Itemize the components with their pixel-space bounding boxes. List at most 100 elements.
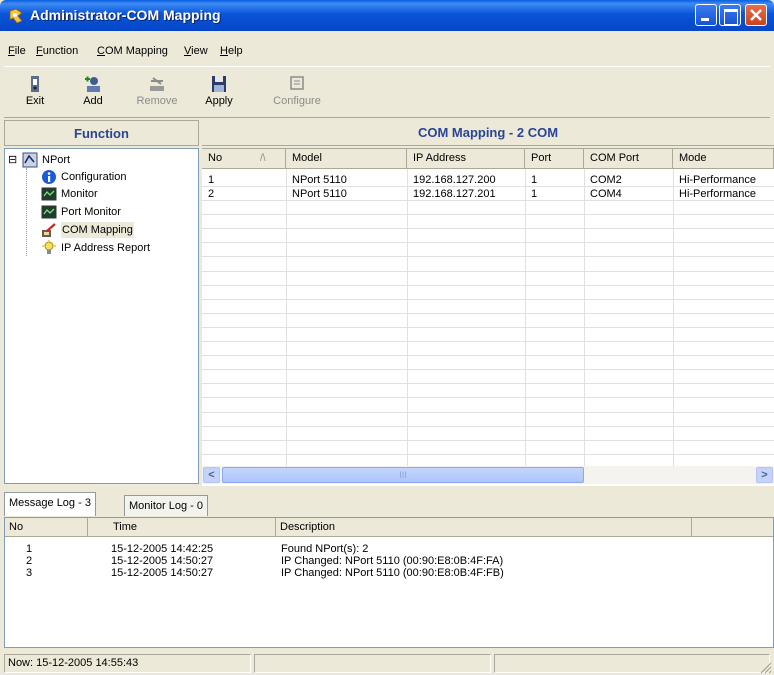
tree-label-configuration: Configuration xyxy=(61,171,127,183)
log-header-filler xyxy=(692,518,773,537)
grid-line xyxy=(202,355,774,356)
grid-line xyxy=(286,169,287,467)
scroll-right-button[interactable]: > xyxy=(756,467,773,483)
tree-label-com-mapping: COM Mapping xyxy=(61,222,134,238)
column-header-no[interactable]: No /\ xyxy=(202,149,286,169)
column-header-model[interactable]: Model xyxy=(286,149,407,169)
collapse-icon[interactable]: ⊟ xyxy=(8,152,20,168)
status-panel xyxy=(494,654,770,673)
horizontal-scrollbar[interactable]: < III > xyxy=(202,466,774,484)
message-log-table: No Time Description 1 15-12-2005 14:42:2… xyxy=(4,517,774,648)
log-cell[interactable]: 15-12-2005 14:50:27 xyxy=(111,567,213,579)
function-tree: ⊟ NPort Configuration Monitor Port Monit… xyxy=(4,148,199,484)
grid-line xyxy=(202,412,774,413)
grid-line xyxy=(525,169,526,467)
lightbulb-icon xyxy=(42,240,56,254)
resize-grip-icon[interactable] xyxy=(758,660,772,674)
grid-line xyxy=(202,242,774,243)
grid-line xyxy=(202,214,774,215)
table-cell[interactable]: NPort 5110 xyxy=(286,173,407,187)
monitor-icon xyxy=(41,187,57,201)
menu-view[interactable]: View xyxy=(184,45,208,57)
status-panel xyxy=(254,654,491,673)
info-icon xyxy=(42,170,56,184)
minimize-button[interactable] xyxy=(695,4,717,26)
table-cell[interactable]: 1 xyxy=(525,173,584,187)
exit-button[interactable]: Exit xyxy=(10,75,60,107)
nport-icon xyxy=(22,152,38,168)
table-cell[interactable]: Hi-Performance xyxy=(673,173,774,187)
com-mapping-icon xyxy=(42,223,56,237)
grid-line xyxy=(202,285,774,286)
log-cell[interactable]: IP Changed: NPort 5110 (00:90:E8:0B:4F:F… xyxy=(281,555,503,567)
tab-message-log[interactable]: Message Log - 3 xyxy=(4,492,96,516)
close-icon xyxy=(750,9,762,21)
status-now: Now: 15-12-2005 14:55:43 xyxy=(4,654,251,673)
menu-com-mapping[interactable]: COM Mapping xyxy=(97,45,168,57)
log-cell[interactable]: 15-12-2005 14:50:27 xyxy=(111,555,213,567)
exit-label: Exit xyxy=(25,95,45,107)
apply-button[interactable]: Apply xyxy=(194,75,244,107)
table-cell[interactable]: 1 xyxy=(202,173,286,187)
grid-line xyxy=(202,383,774,384)
grid-line xyxy=(584,169,585,467)
menu-help[interactable]: Help xyxy=(220,45,243,57)
table-cell[interactable]: COM2 xyxy=(584,173,673,187)
title-bar[interactable]: Administrator-COM Mapping xyxy=(0,0,774,31)
column-header-mode[interactable]: Mode xyxy=(673,149,774,169)
configure-label: Configure xyxy=(273,95,321,107)
tree-label-ip-address-report: IP Address Report xyxy=(61,242,151,254)
table-cell[interactable]: NPort 5110 xyxy=(286,187,407,201)
grid-line xyxy=(202,256,774,257)
close-button[interactable] xyxy=(745,4,767,26)
table-cell[interactable]: COM4 xyxy=(584,187,673,201)
exit-icon xyxy=(31,76,39,92)
monitor-icon xyxy=(41,205,57,219)
remove-button[interactable]: Remove xyxy=(132,75,182,107)
log-cell[interactable]: IP Changed: NPort 5110 (00:90:E8:0B:4F:F… xyxy=(281,567,504,579)
grid-line xyxy=(202,397,774,398)
panel-splitter[interactable] xyxy=(0,486,774,490)
configure-button[interactable]: Configure xyxy=(272,75,322,107)
log-cell[interactable]: 15-12-2005 14:42:25 xyxy=(111,543,213,555)
maximize-button[interactable] xyxy=(719,4,741,26)
grid-line xyxy=(202,327,774,328)
window-title: Administrator-COM Mapping xyxy=(30,7,221,23)
tree-label-port-monitor: Port Monitor xyxy=(61,206,121,218)
log-cell[interactable]: 2 xyxy=(26,555,32,567)
table-cell[interactable]: 1 xyxy=(525,187,584,201)
grid-line xyxy=(202,454,774,455)
function-panel-title: Function xyxy=(4,120,199,146)
add-icon xyxy=(85,76,100,92)
grid-line xyxy=(202,299,774,300)
grid-line xyxy=(673,169,674,467)
tree-label-nport: NPort xyxy=(42,154,71,166)
log-cell[interactable]: 1 xyxy=(26,543,32,555)
column-header-port[interactable]: Port xyxy=(525,149,584,169)
scroll-left-button[interactable]: < xyxy=(203,467,220,483)
table-cell[interactable]: Hi-Performance xyxy=(673,187,774,201)
menu-file[interactable]: File xyxy=(8,45,26,57)
toolbar: Exit Add Remove Apply Configure xyxy=(4,66,770,118)
log-header-time[interactable]: Time xyxy=(88,518,276,537)
table-cell[interactable]: 192.168.127.201 xyxy=(407,187,525,201)
log-header-description[interactable]: Description xyxy=(276,518,692,537)
configure-icon xyxy=(290,76,304,90)
grid-line xyxy=(202,228,774,229)
log-cell[interactable]: Found NPort(s): 2 xyxy=(281,543,368,555)
column-header-ip-address[interactable]: IP Address xyxy=(407,149,525,169)
add-label: Add xyxy=(83,95,103,107)
log-cell[interactable]: 3 xyxy=(26,567,32,579)
status-bar: Now: 15-12-2005 14:55:43 xyxy=(0,652,774,675)
remove-label: Remove xyxy=(136,95,178,107)
scroll-thumb[interactable]: III xyxy=(222,467,584,483)
table-cell[interactable]: 192.168.127.200 xyxy=(407,173,525,187)
log-header-no[interactable]: No xyxy=(5,518,88,537)
floppy-icon xyxy=(212,76,226,92)
menu-function[interactable]: Function xyxy=(36,45,78,57)
add-button[interactable]: Add xyxy=(68,75,118,107)
table-cell[interactable]: 2 xyxy=(202,187,286,201)
com-mapping-panel-title: COM Mapping - 2 COM xyxy=(202,120,774,146)
tab-monitor-log[interactable]: Monitor Log - 0 xyxy=(124,495,208,516)
column-header-com-port[interactable]: COM Port xyxy=(584,149,673,169)
